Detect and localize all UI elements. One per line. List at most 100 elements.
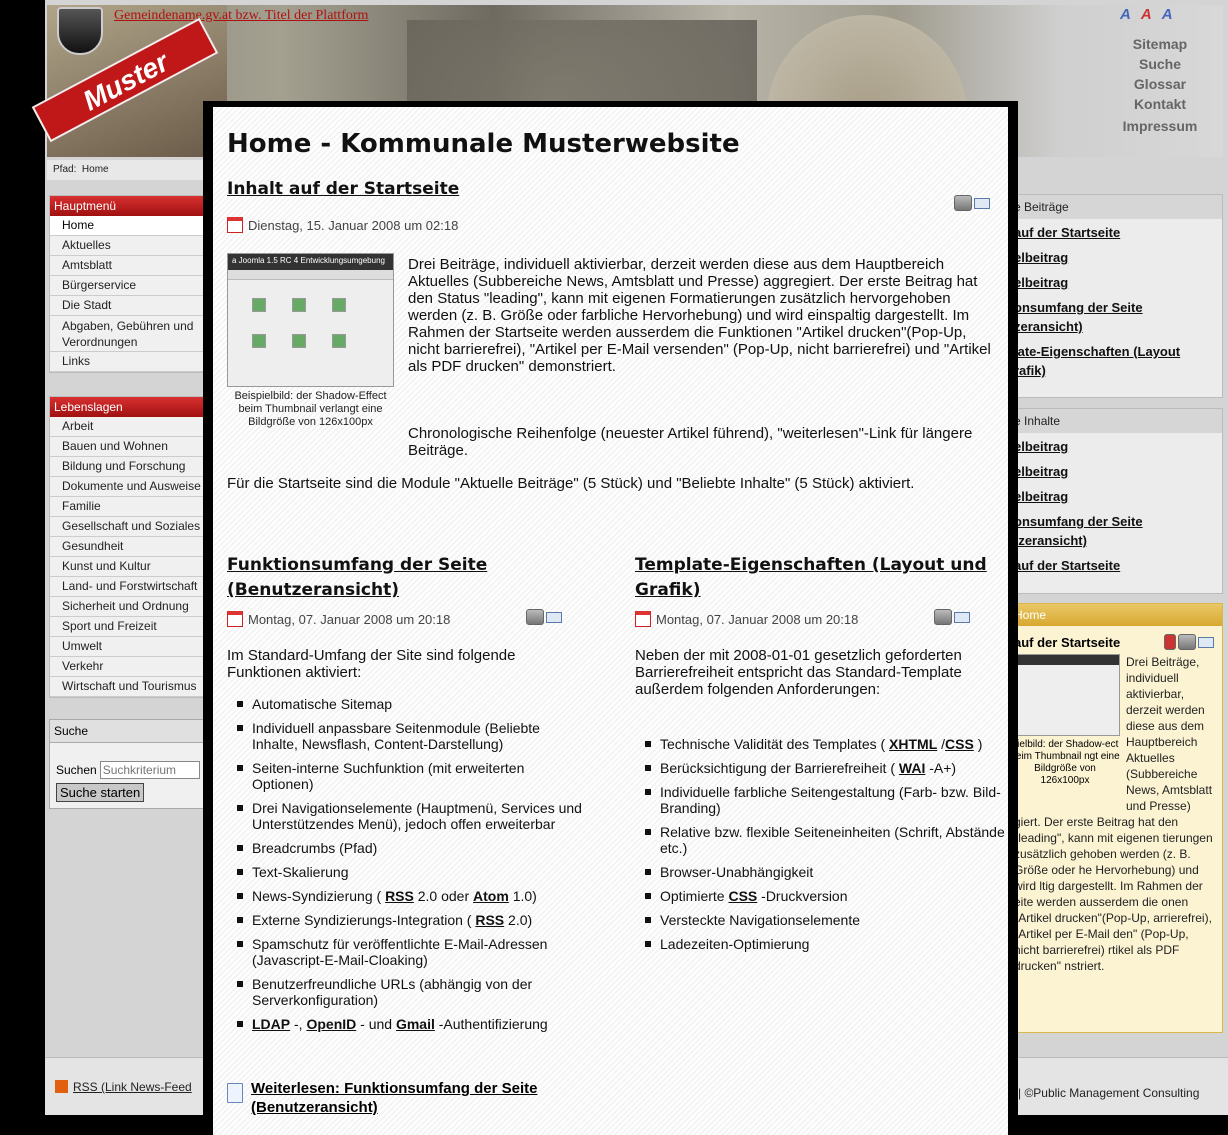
util-link-glossar[interactable]: Glossar: [1090, 74, 1228, 94]
lebenslagen-item[interactable]: Land- und Forstwirtschaft: [50, 577, 208, 597]
home-teaser-thumbnail: [1010, 654, 1120, 736]
email-icon[interactable]: [974, 197, 990, 209]
template-date-text: Montag, 07. Januar 2008 um 20:18: [656, 611, 859, 627]
print-icon[interactable]: [526, 609, 544, 625]
lebenslagen-item[interactable]: Bauen und Wohnen: [50, 437, 208, 457]
email-icon[interactable]: [546, 611, 562, 623]
latest-article-link[interactable]: elbeitrag: [1006, 244, 1222, 269]
lebenslagen-item[interactable]: Verkehr: [50, 657, 208, 677]
rss-feed-label[interactable]: RSS (Link News-Feed: [73, 1080, 192, 1094]
main-menu-item-aktuelles[interactable]: Aktuelles: [50, 236, 208, 256]
latest-article-link[interactable]: late-Eigenschaften (Layout rafik): [1006, 338, 1222, 382]
lebenslagen-item[interactable]: Sport und Freizeit: [50, 617, 208, 637]
rss-feed-link[interactable]: RSS (Link News-Feed: [55, 1080, 192, 1094]
list-item: News-Syndizierung ( RSS 2.0 oder Atom 1.…: [237, 888, 587, 904]
lebenslagen-title: Lebenslagen: [50, 397, 208, 417]
thumbnail-bar-text: a Joomla 1.5 RC 4 Entwicklungsumgebung: [228, 254, 393, 270]
main-menu-item-die-stadt[interactable]: Die Stadt: [50, 296, 208, 316]
home-teaser-title: Home: [1006, 604, 1222, 626]
latest-article-link[interactable]: onsumfang der Seite zeransicht): [1006, 294, 1222, 338]
font-size-small-icon[interactable]: A: [1120, 6, 1141, 23]
read-more[interactable]: Weiterlesen: Funktionsumfang der Seite (…: [227, 1079, 551, 1117]
lead-date-text: Dienstag, 15. Januar 2008 um 02:18: [248, 217, 459, 233]
print-icon[interactable]: [1178, 634, 1196, 650]
lead-article-date: Dienstag, 15. Januar 2008 um 02:18: [227, 217, 458, 233]
main-menu-item-buergerservice[interactable]: Bürgerservice: [50, 276, 208, 296]
features-date-text: Montag, 07. Januar 2008 um 20:18: [248, 611, 451, 627]
search-submit-button[interactable]: Suche starten: [56, 783, 145, 802]
breadcrumb: Pfad: Home: [47, 160, 217, 180]
list-item: Individuelle farbliche Seitengestaltung …: [645, 784, 1005, 816]
rss-abbr: RSS: [475, 912, 505, 928]
latest-articles-box: e Beiträge auf der Startseite elbeitrag …: [1005, 194, 1223, 398]
features-article-date: Montag, 07. Januar 2008 um 20:18: [227, 611, 450, 627]
font-size-medium-icon[interactable]: A: [1141, 6, 1162, 23]
home-teaser-article-title[interactable]: auf der Startseite: [1014, 635, 1120, 650]
lead-paragraph-1: Drei Beiträge, individuell aktivierbar, …: [408, 256, 991, 375]
popular-content-title: e Inhalte: [1006, 409, 1222, 433]
template-article-actions: [934, 609, 970, 625]
print-icon[interactable]: [934, 609, 952, 625]
latest-article-link[interactable]: auf der Startseite: [1006, 219, 1222, 244]
xhtml-abbr: XHTML: [889, 736, 938, 752]
search-input[interactable]: [99, 761, 200, 779]
search-title: Suche: [50, 720, 208, 743]
list-item: Versteckte Navigationselemente: [645, 912, 1005, 928]
breadcrumb-home[interactable]: Home: [82, 164, 109, 175]
lebenslagen-item[interactable]: Bildung und Forschung: [50, 457, 208, 477]
features-list: Automatische Sitemap Individuell anpassb…: [237, 696, 587, 1040]
home-teaser-text-continued: giert. Der erste Beitrag hat den "leadin…: [1014, 815, 1213, 973]
coat-of-arms-logo[interactable]: [57, 7, 103, 55]
template-article-title[interactable]: Template-Eigenschaften (Layout und Grafi…: [635, 553, 995, 603]
lebenslagen-item[interactable]: Kunst und Kultur: [50, 557, 208, 577]
lebenslagen-item[interactable]: Gesellschaft und Soziales: [50, 517, 208, 537]
latest-article-link[interactable]: elbeitrag: [1006, 269, 1222, 294]
email-icon[interactable]: [1198, 636, 1214, 648]
read-more-link[interactable]: Weiterlesen: Funktionsumfang der Seite (…: [251, 1079, 551, 1117]
lebenslagen-item[interactable]: Sicherheit und Ordnung: [50, 597, 208, 617]
email-icon[interactable]: [954, 611, 970, 623]
features-article-title[interactable]: Funktionsumfang der Seite (Benutzeransic…: [227, 553, 567, 603]
font-size-large-icon[interactable]: A: [1162, 6, 1183, 23]
calendar-icon: [227, 611, 243, 627]
footer-copyright: | ©Public Management Consulting: [1018, 1086, 1200, 1100]
lebenslagen-item[interactable]: Wirtschaft und Tourismus: [50, 677, 208, 697]
list-item: Externe Syndizierungs-Integration ( RSS …: [237, 912, 587, 928]
lead-thumbnail: a Joomla 1.5 RC 4 Entwicklungsumgebung: [227, 253, 394, 387]
list-item: Seiten-interne Suchfunktion (mit erweite…: [237, 760, 587, 792]
util-link-sitemap[interactable]: Sitemap: [1090, 34, 1228, 54]
site-title-link[interactable]: Gemeindename.gv.at bzw. Titel der Plattf…: [114, 8, 368, 24]
popular-link[interactable]: elbeitrag: [1006, 483, 1222, 508]
home-teaser-box: Home auf der Startseite pielbild: der Sh…: [1005, 603, 1223, 1033]
popular-content-box: e Inhalte elbeitrag elbeitrag elbeitrag …: [1005, 408, 1223, 594]
home-teaser-caption: pielbild: der Shadow-ect beim Thumbnail …: [1010, 739, 1120, 786]
lebenslagen-item[interactable]: Umwelt: [50, 637, 208, 657]
main-menu-item-abgaben[interactable]: Abgaben, Gebühren und Verordnungen: [50, 316, 208, 352]
popular-link[interactable]: elbeitrag: [1006, 458, 1222, 483]
util-link-impressum[interactable]: Impressum: [1090, 116, 1228, 136]
print-icon[interactable]: [954, 195, 972, 211]
main-menu-item-links[interactable]: Links: [50, 352, 208, 372]
popular-link[interactable]: elbeitrag: [1006, 433, 1222, 458]
calendar-icon: [227, 217, 243, 233]
lebenslagen-item[interactable]: Dokumente und Ausweise: [50, 477, 208, 497]
main-menu-item-amtsblatt[interactable]: Amtsblatt: [50, 256, 208, 276]
list-item: Relative bzw. flexible Seiteneinheiten (…: [645, 824, 1005, 856]
rss-icon: [55, 1080, 68, 1093]
util-link-kontakt[interactable]: Kontakt: [1090, 94, 1228, 114]
openid-abbr: OpenID: [306, 1016, 357, 1032]
popular-link[interactable]: auf der Startseite: [1006, 552, 1222, 577]
latest-articles-title: e Beiträge: [1006, 195, 1222, 219]
pdf-icon[interactable]: [1164, 634, 1176, 650]
util-link-suche[interactable]: Suche: [1090, 54, 1228, 74]
main-menu-item-home[interactable]: Home: [50, 216, 208, 236]
home-teaser-text: Drei Beiträge, individuell aktivierbar, …: [1126, 655, 1213, 813]
popular-link[interactable]: onsumfang der Seite tzeransicht): [1006, 508, 1222, 552]
lebenslagen-item[interactable]: Arbeit: [50, 417, 208, 437]
page-title: Home - Kommunale Musterwebsite: [227, 129, 740, 159]
lebenslagen-item[interactable]: Familie: [50, 497, 208, 517]
lead-article-title[interactable]: Inhalt auf der Startseite: [227, 177, 459, 202]
lebenslagen-item[interactable]: Gesundheit: [50, 537, 208, 557]
font-size-controls[interactable]: AAA: [1120, 6, 1183, 23]
search-box: Suche Suchen Suche starten: [49, 719, 209, 809]
